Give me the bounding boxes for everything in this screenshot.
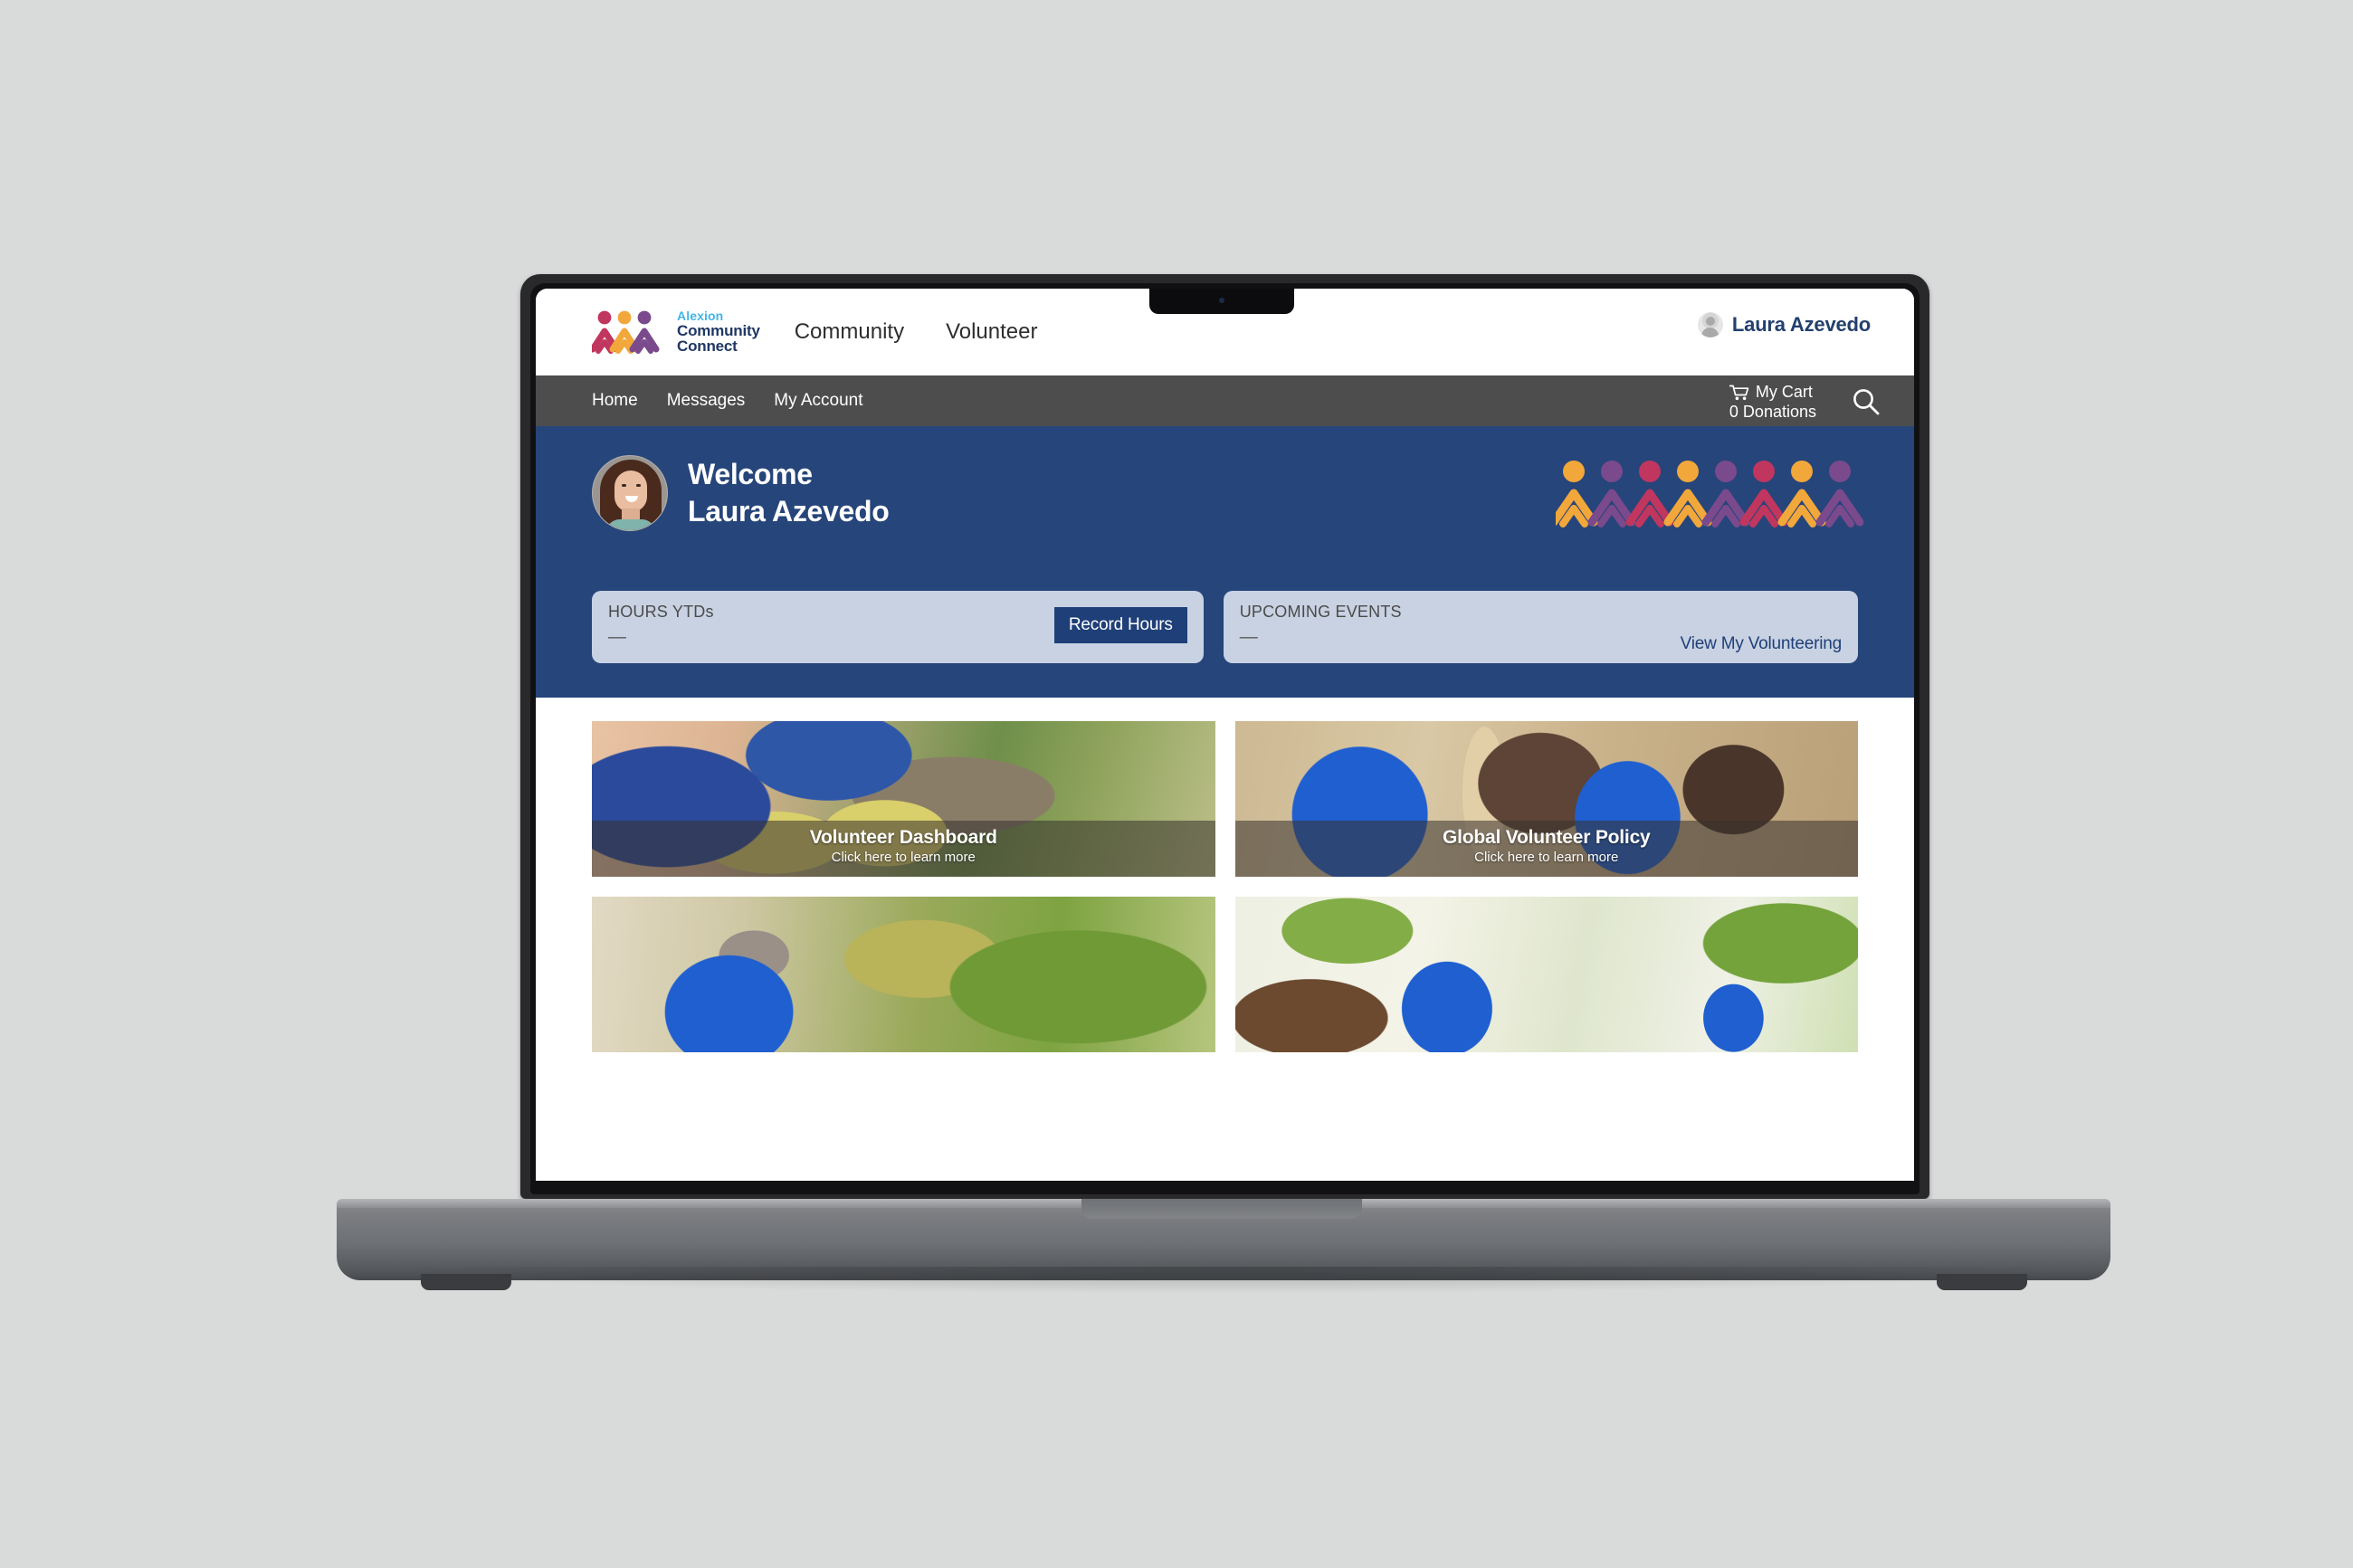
subnav-item-my-account[interactable]: My Account [774,391,862,411]
cart-button[interactable]: My Cart 0 Donations [1729,383,1816,422]
nav-item-community[interactable]: Community [795,319,904,345]
community-connect-logo-icon [592,310,660,354]
tile-third[interactable] [592,897,1215,1052]
record-hours-button[interactable]: Record Hours [1053,607,1187,643]
subnav-item-home[interactable]: Home [592,391,638,411]
logo-wordmark: Alexion Community Connect [677,309,760,355]
welcome-greeting: Welcome [688,458,813,491]
tile-row-2 [592,897,1858,1052]
tile-subtitle: Click here to learn more [831,850,976,865]
laptop-mockup: Alexion Community Connect Community Volu… [0,0,2353,1568]
logo-community-text: Community [677,321,760,339]
cart-title: My Cart [1755,383,1813,401]
decorative-people-pattern-icon [1556,461,1863,527]
laptop-screen: Alexion Community Connect Community Volu… [536,289,1914,1181]
user-name-label: Laura Azevedo [1731,313,1871,336]
tile-title: Global Volunteer Policy [1442,827,1651,848]
upcoming-events-card: UPCOMING EVENTS — View My Volunteering [1223,591,1858,663]
tile-grid: Volunteer Dashboard Click here to learn … [536,698,1914,1052]
laptop-shadow [337,1267,2110,1294]
stat-cards: HOURS YTDs — Record Hours UPCOMING EVENT… [592,591,1858,663]
avatar [1697,312,1723,337]
primary-nav: Community Volunteer [795,319,1038,345]
hours-ytd-card: HOURS YTDs — Record Hours [592,591,1204,663]
site-logo[interactable]: Alexion Community Connect [592,309,760,355]
tile-fourth[interactable] [1234,897,1858,1052]
search-button[interactable] [1851,386,1881,417]
hero-banner: Welcome Laura Azevedo HOURS YTDs — Recor… [536,426,1914,698]
tile-row-1: Volunteer Dashboard Click here to learn … [592,721,1858,877]
secondary-nav: Home Messages My Account My Cart 0 Donat… [536,375,1914,426]
logo-alexion-text: Alexion [677,309,724,324]
search-icon [1853,389,1880,415]
view-my-volunteering-link[interactable]: View My Volunteering [1681,634,1843,654]
tile-caption: Volunteer Dashboard Click here to learn … [592,821,1215,877]
tile-subtitle: Click here to learn more [1474,850,1619,865]
profile-photo [592,455,668,531]
cart-count: 0 Donations [1729,403,1816,421]
subnav-item-messages[interactable]: Messages [667,391,746,411]
laptop-camera-icon [1219,298,1224,303]
welcome-text: Welcome Laura Azevedo [688,456,890,530]
tile-caption: Global Volunteer Policy Click here to le… [1234,821,1858,877]
shopping-cart-icon [1729,385,1749,400]
tile-title: Volunteer Dashboard [809,827,997,848]
nav-item-volunteer[interactable]: Volunteer [946,319,1037,345]
welcome-username: Laura Azevedo [688,495,890,527]
upcoming-events-label: UPCOMING EVENTS [1239,603,1402,621]
logo-connect-text: Connect [677,337,738,356]
web-page: Alexion Community Connect Community Volu… [536,289,1914,1181]
tile-volunteer-dashboard[interactable]: Volunteer Dashboard Click here to learn … [592,721,1215,877]
user-menu[interactable]: Laura Azevedo [1697,312,1871,337]
laptop-base-notch [1081,1199,1362,1219]
tile-global-volunteer-policy[interactable]: Global Volunteer Policy Click here to le… [1234,721,1858,877]
